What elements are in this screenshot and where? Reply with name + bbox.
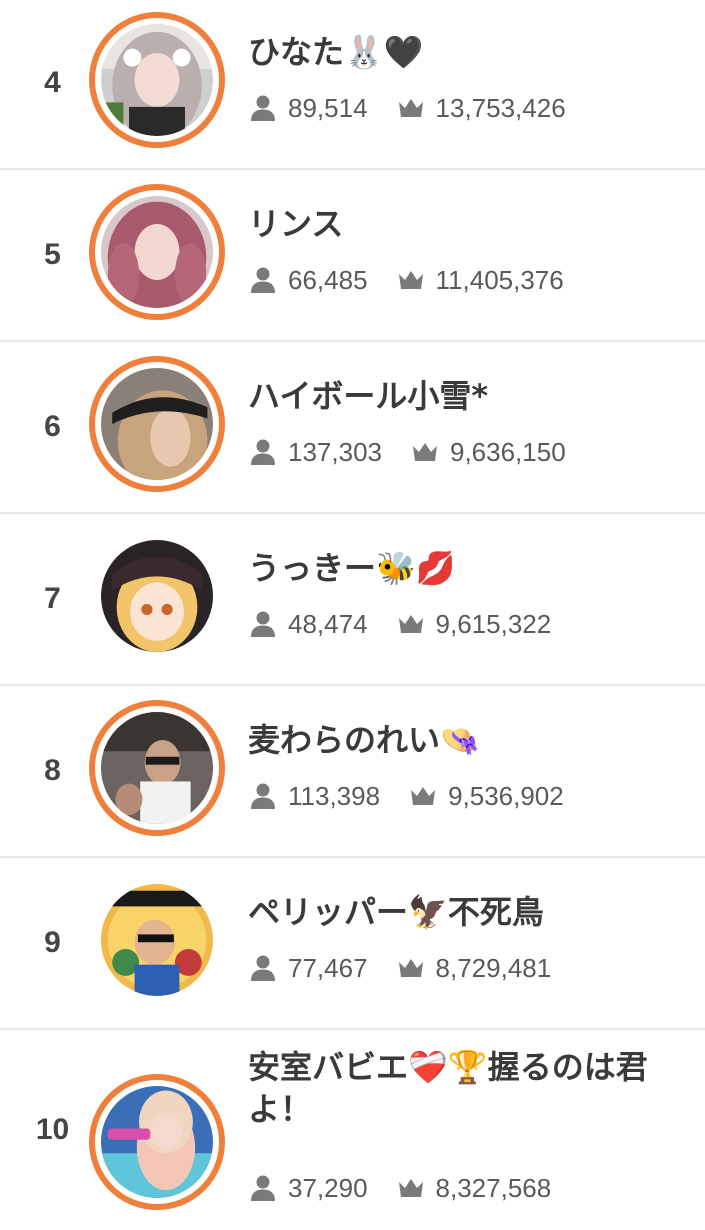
points-stat: 8,327,568 xyxy=(396,1172,552,1204)
user-stats: 77,467 8,729,481 xyxy=(248,950,551,986)
followers-stat: 137,303 xyxy=(248,437,382,468)
avatar[interactable] xyxy=(89,1074,225,1210)
crown-icon xyxy=(398,1179,423,1197)
avatar-image xyxy=(101,368,213,480)
user-name[interactable]: 麦わらのれい👒 xyxy=(248,718,685,762)
crown-icon xyxy=(398,99,423,117)
crown-icon xyxy=(398,959,423,977)
points-stat: 11,405,376 xyxy=(396,265,564,296)
user-name[interactable]: ペリッパー🦅不死鳥 xyxy=(248,890,685,934)
user-name[interactable]: 安室バビエ❤️‍🩹🏆握るのは君よ！ xyxy=(248,1046,685,1130)
user-stats: 37,290 8,327,568 xyxy=(248,1170,551,1206)
points-count: 9,615,322 xyxy=(435,608,552,639)
points-count: 8,327,568 xyxy=(435,1172,552,1203)
points-count: 13,753,426 xyxy=(435,92,566,123)
ranking-row[interactable]: 4 ひなた🐰🖤 89,514 13,753,426 xyxy=(0,0,705,170)
person-icon xyxy=(251,267,275,293)
ranking-list: 4 ひなた🐰🖤 89,514 13,753,426 5 リンス 66,485 1… xyxy=(0,0,705,1210)
followers-count: 37,290 xyxy=(288,1172,368,1203)
avatar-image xyxy=(101,196,213,308)
avatar-image xyxy=(101,1086,213,1198)
followers-count: 77,467 xyxy=(288,952,368,983)
followers-stat: 113,398 xyxy=(248,781,380,812)
followers-stat: 89,514 xyxy=(248,93,368,124)
person-icon xyxy=(251,95,275,121)
person-icon xyxy=(251,611,275,637)
ranking-row[interactable]: 6 ハイボール小雪* 137,303 9,636,150 xyxy=(0,342,705,514)
followers-count: 113,398 xyxy=(288,780,381,811)
person-icon xyxy=(251,439,275,465)
points-count: 8,729,481 xyxy=(435,952,552,983)
avatar[interactable] xyxy=(89,528,225,664)
user-name[interactable]: リンス xyxy=(248,202,685,246)
user-stats: 89,514 13,753,426 xyxy=(248,90,566,126)
avatar[interactable] xyxy=(89,184,225,320)
person-icon xyxy=(251,1175,275,1201)
user-name[interactable]: ハイボール小雪* xyxy=(248,374,685,418)
crown-icon xyxy=(412,443,437,461)
crown-icon xyxy=(398,271,423,289)
followers-stat: 66,485 xyxy=(248,265,368,296)
avatar[interactable] xyxy=(89,700,225,836)
points-stat: 9,636,150 xyxy=(410,437,566,468)
avatar[interactable] xyxy=(89,356,225,492)
user-name[interactable]: うっきー🐝💋 xyxy=(248,546,685,590)
user-stats: 137,303 9,636,150 xyxy=(248,434,566,470)
avatar[interactable] xyxy=(89,872,225,1008)
points-stat: 13,753,426 xyxy=(396,93,566,124)
avatar-image xyxy=(101,540,213,652)
points-count: 9,536,902 xyxy=(448,780,564,811)
followers-stat: 37,290 xyxy=(248,1173,368,1204)
points-count: 9,636,150 xyxy=(449,436,566,467)
ranking-row[interactable]: 8 麦わらのれい👒 113,398 9,536,902 xyxy=(0,686,705,858)
points-stat: 8,729,481 xyxy=(396,952,552,984)
followers-stat: 77,467 xyxy=(248,953,368,984)
person-icon xyxy=(251,783,275,809)
followers-count: 66,485 xyxy=(288,264,368,295)
crown-icon xyxy=(398,615,423,633)
points-stat: 9,536,902 xyxy=(408,781,564,812)
user-name[interactable]: ひなた🐰🖤 xyxy=(248,30,685,74)
crown-icon xyxy=(411,787,436,805)
followers-count: 89,514 xyxy=(288,92,368,123)
points-count: 11,405,376 xyxy=(435,264,564,295)
ranking-row[interactable]: 9 ペリッパー🦅不死鳥 77,467 8,729,481 xyxy=(0,858,705,1030)
ranking-row[interactable]: 10 安室バビエ❤️‍🩹🏆握るのは君よ！ 37,290 xyxy=(0,1030,705,1230)
ranking-row[interactable]: 7 うっきー🐝💋 48,474 9,615,322 xyxy=(0,514,705,686)
followers-stat: 48,474 xyxy=(248,609,368,640)
avatar-image xyxy=(101,884,213,996)
followers-count: 137,303 xyxy=(288,436,382,467)
followers-count: 48,474 xyxy=(288,608,368,639)
avatar-image xyxy=(101,712,213,824)
user-stats: 113,398 9,536,902 xyxy=(248,778,564,814)
person-icon xyxy=(251,955,275,981)
user-stats: 48,474 9,615,322 xyxy=(248,606,551,642)
points-stat: 9,615,322 xyxy=(396,608,552,640)
avatar-image xyxy=(101,24,213,136)
avatar[interactable] xyxy=(89,12,225,148)
user-stats: 66,485 11,405,376 xyxy=(248,262,564,298)
ranking-row[interactable]: 5 リンス 66,485 11,405,376 xyxy=(0,170,705,342)
